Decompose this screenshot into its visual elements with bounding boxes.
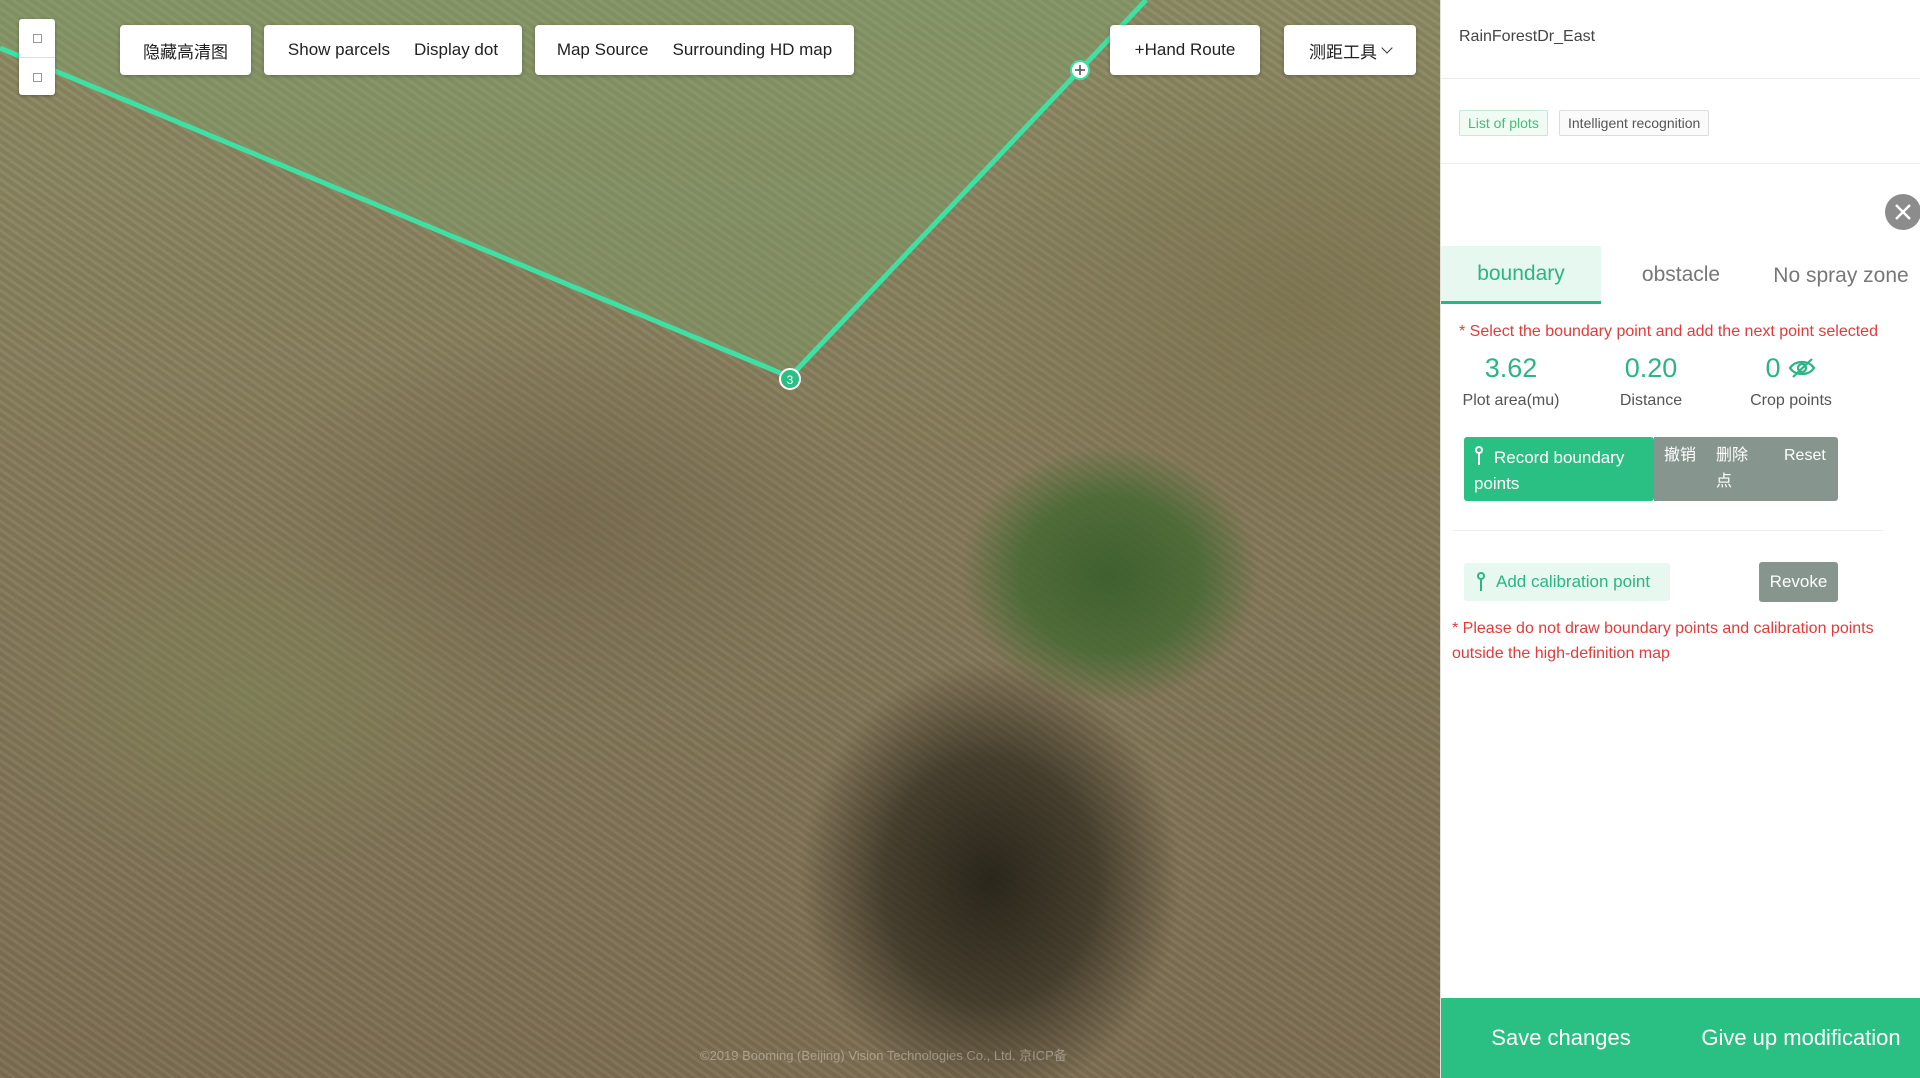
zoom-in-icon bbox=[32, 33, 42, 43]
map-copyright: ©2019 Booming (Beijing) Vision Technolog… bbox=[700, 1048, 1067, 1063]
map-canvas[interactable]: 3 隐藏高清图 Show parcels Display dot Map Sou… bbox=[0, 0, 1440, 1078]
hide-hd-map-button[interactable]: 隐藏高清图 bbox=[120, 25, 251, 75]
distance-stat: 0.20 Distance bbox=[1581, 350, 1721, 410]
record-boundary-points-button[interactable]: Record boundary points bbox=[1464, 437, 1654, 501]
map-overlay: 3 bbox=[0, 0, 1148, 390]
divider bbox=[1441, 78, 1920, 79]
eye-off-icon[interactable] bbox=[1787, 356, 1817, 380]
list-of-plots-chip[interactable]: List of plots bbox=[1459, 110, 1548, 136]
display-dot-button[interactable]: Display dot bbox=[402, 40, 510, 60]
measure-tool-label: 测距工具 bbox=[1309, 42, 1377, 62]
crop-points-stat: 0 Crop points bbox=[1721, 350, 1861, 410]
measure-tool-dropdown[interactable]: 测距工具 bbox=[1284, 25, 1416, 75]
panel-footer: Save changes Give up modification bbox=[1441, 998, 1920, 1078]
pin-icon bbox=[1474, 446, 1484, 466]
add-calibration-label: Add calibration point bbox=[1496, 572, 1651, 591]
crop-points-value-row: 0 bbox=[1721, 350, 1861, 386]
plot-edit-panel: RainForestDr_East List of plots Intellig… bbox=[1440, 0, 1920, 1078]
save-changes-button[interactable]: Save changes bbox=[1441, 998, 1681, 1078]
undo-button[interactable]: 撤销 bbox=[1654, 437, 1706, 501]
give-up-modification-button[interactable]: Give up modification bbox=[1681, 998, 1920, 1078]
map-zoom-control bbox=[19, 19, 55, 95]
zoom-out-button[interactable] bbox=[19, 57, 55, 96]
crop-points-value: 0 bbox=[1765, 353, 1781, 383]
tab-boundary[interactable]: boundary bbox=[1441, 246, 1601, 304]
delete-point-button[interactable]: 删除点 bbox=[1706, 437, 1772, 501]
pin-icon bbox=[1476, 572, 1486, 592]
divider bbox=[1441, 163, 1920, 164]
record-boundary-label: Record boundary points bbox=[1474, 448, 1625, 493]
divider bbox=[1453, 530, 1883, 531]
add-point-handle[interactable] bbox=[1070, 60, 1090, 80]
tab-obstacle[interactable]: obstacle bbox=[1601, 246, 1761, 304]
zoom-in-button[interactable] bbox=[19, 19, 55, 57]
map-source-group: Map Source Surrounding HD map bbox=[535, 25, 854, 75]
hide-hd-map-label: 隐藏高清图 bbox=[143, 42, 228, 62]
close-button[interactable] bbox=[1885, 194, 1920, 230]
surrounding-hd-map-button[interactable]: Surrounding HD map bbox=[660, 40, 844, 60]
calibration-hint: * Please do not draw boundary points and… bbox=[1452, 620, 1874, 662]
chevron-down-icon bbox=[1381, 41, 1393, 54]
hand-route-label: +Hand Route bbox=[1134, 40, 1236, 59]
distance-value: 0.20 bbox=[1624, 353, 1678, 383]
tab-no-spray-zone[interactable]: No spray zone bbox=[1761, 244, 1920, 308]
distance-label: Distance bbox=[1619, 392, 1683, 409]
show-parcels-button[interactable]: Show parcels bbox=[276, 40, 402, 60]
hand-route-button[interactable]: +Hand Route bbox=[1110, 25, 1260, 75]
reset-button[interactable]: Reset bbox=[1772, 437, 1838, 501]
svg-text:3: 3 bbox=[787, 373, 794, 387]
add-calibration-point-button[interactable]: Add calibration point bbox=[1464, 563, 1670, 601]
zoom-out-icon bbox=[32, 72, 42, 82]
map-source-button[interactable]: Map Source bbox=[545, 40, 661, 60]
parcel-display-group: Show parcels Display dot bbox=[264, 25, 522, 75]
intelligent-recognition-chip[interactable]: Intelligent recognition bbox=[1559, 110, 1710, 136]
plot-area-value: 3.62 bbox=[1484, 353, 1538, 383]
plot-title: RainForestDr_East bbox=[1459, 28, 1596, 45]
revoke-button[interactable]: Revoke bbox=[1759, 562, 1838, 602]
boundary-point-3[interactable]: 3 bbox=[779, 368, 801, 390]
crop-points-label: Crop points bbox=[1750, 392, 1832, 409]
plot-area-stat: 3.62 Plot area(mu) bbox=[1441, 350, 1581, 410]
close-icon bbox=[1895, 204, 1911, 220]
boundary-hint: * Select the boundary point and add the … bbox=[1459, 323, 1878, 340]
plot-area-label: Plot area(mu) bbox=[1462, 392, 1560, 409]
